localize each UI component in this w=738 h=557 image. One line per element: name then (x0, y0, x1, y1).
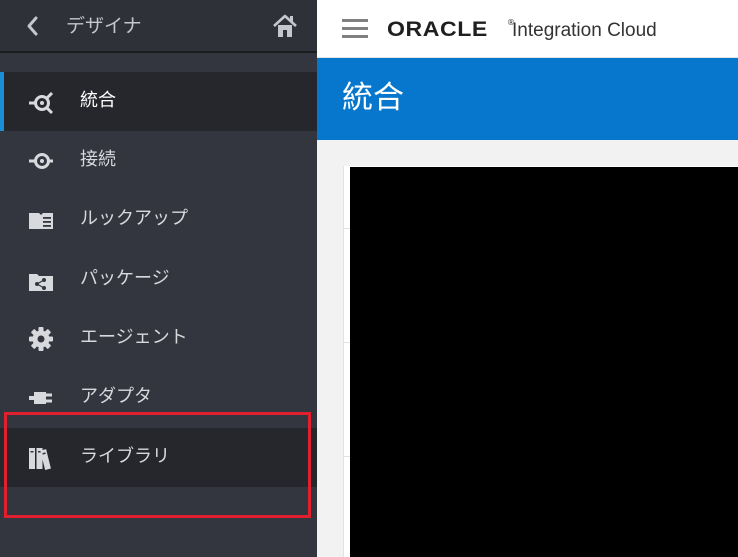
sidebar-item-label: 接続 (80, 149, 116, 170)
sidebar-item-libraries[interactable]: ライブラリ (0, 428, 317, 487)
back-button[interactable] (20, 12, 46, 40)
sidebar-item-connections[interactable]: 接続 (0, 131, 317, 190)
sidebar-item-integrations[interactable]: 統合 (0, 72, 317, 131)
chevron-left-icon (20, 12, 46, 40)
lookup-icon (27, 206, 55, 234)
sidebar-item-packages[interactable]: パッケージ (0, 250, 317, 309)
sidebar-item-label: ライブラリ (80, 446, 170, 467)
library-books-icon (27, 444, 55, 472)
redacted-content-panel (350, 167, 738, 557)
sidebar-item-lookups[interactable]: ルックアップ (0, 190, 317, 249)
hamburger-menu-icon[interactable] (342, 19, 368, 39)
page-title: 統合 (342, 80, 404, 116)
sidebar-item-label: 統合 (80, 90, 116, 111)
package-icon (27, 266, 55, 294)
top-bar: ORACLE ® Integration Cloud (317, 0, 738, 58)
sidebar-item-label: パッケージ (80, 268, 170, 289)
home-icon (271, 14, 299, 44)
sidebar-item-label: ルックアップ (80, 208, 188, 229)
gear-icon (27, 325, 55, 353)
page-header: 統合 (317, 58, 738, 140)
active-indicator (0, 72, 4, 131)
sidebar-item-label: エージェント (80, 327, 188, 348)
sidebar: デザイナ 統合 接続 ルックアップ パッケージ エージェント アダプタ ライブラ… (0, 0, 317, 557)
sidebar-item-agents[interactable]: エージェント (0, 309, 317, 368)
product-name: Integration Cloud (512, 20, 657, 41)
sidebar-title: デザイナ (66, 15, 142, 37)
sidebar-item-adapters[interactable]: アダプタ (0, 368, 317, 427)
connection-icon (27, 147, 55, 175)
sidebar-item-label: アダプタ (80, 386, 152, 407)
brand-name: ORACLE (387, 18, 488, 41)
home-button[interactable] (271, 12, 299, 40)
sidebar-header: デザイナ (0, 0, 317, 53)
integration-icon (27, 88, 55, 116)
adapter-plug-icon (27, 384, 55, 412)
